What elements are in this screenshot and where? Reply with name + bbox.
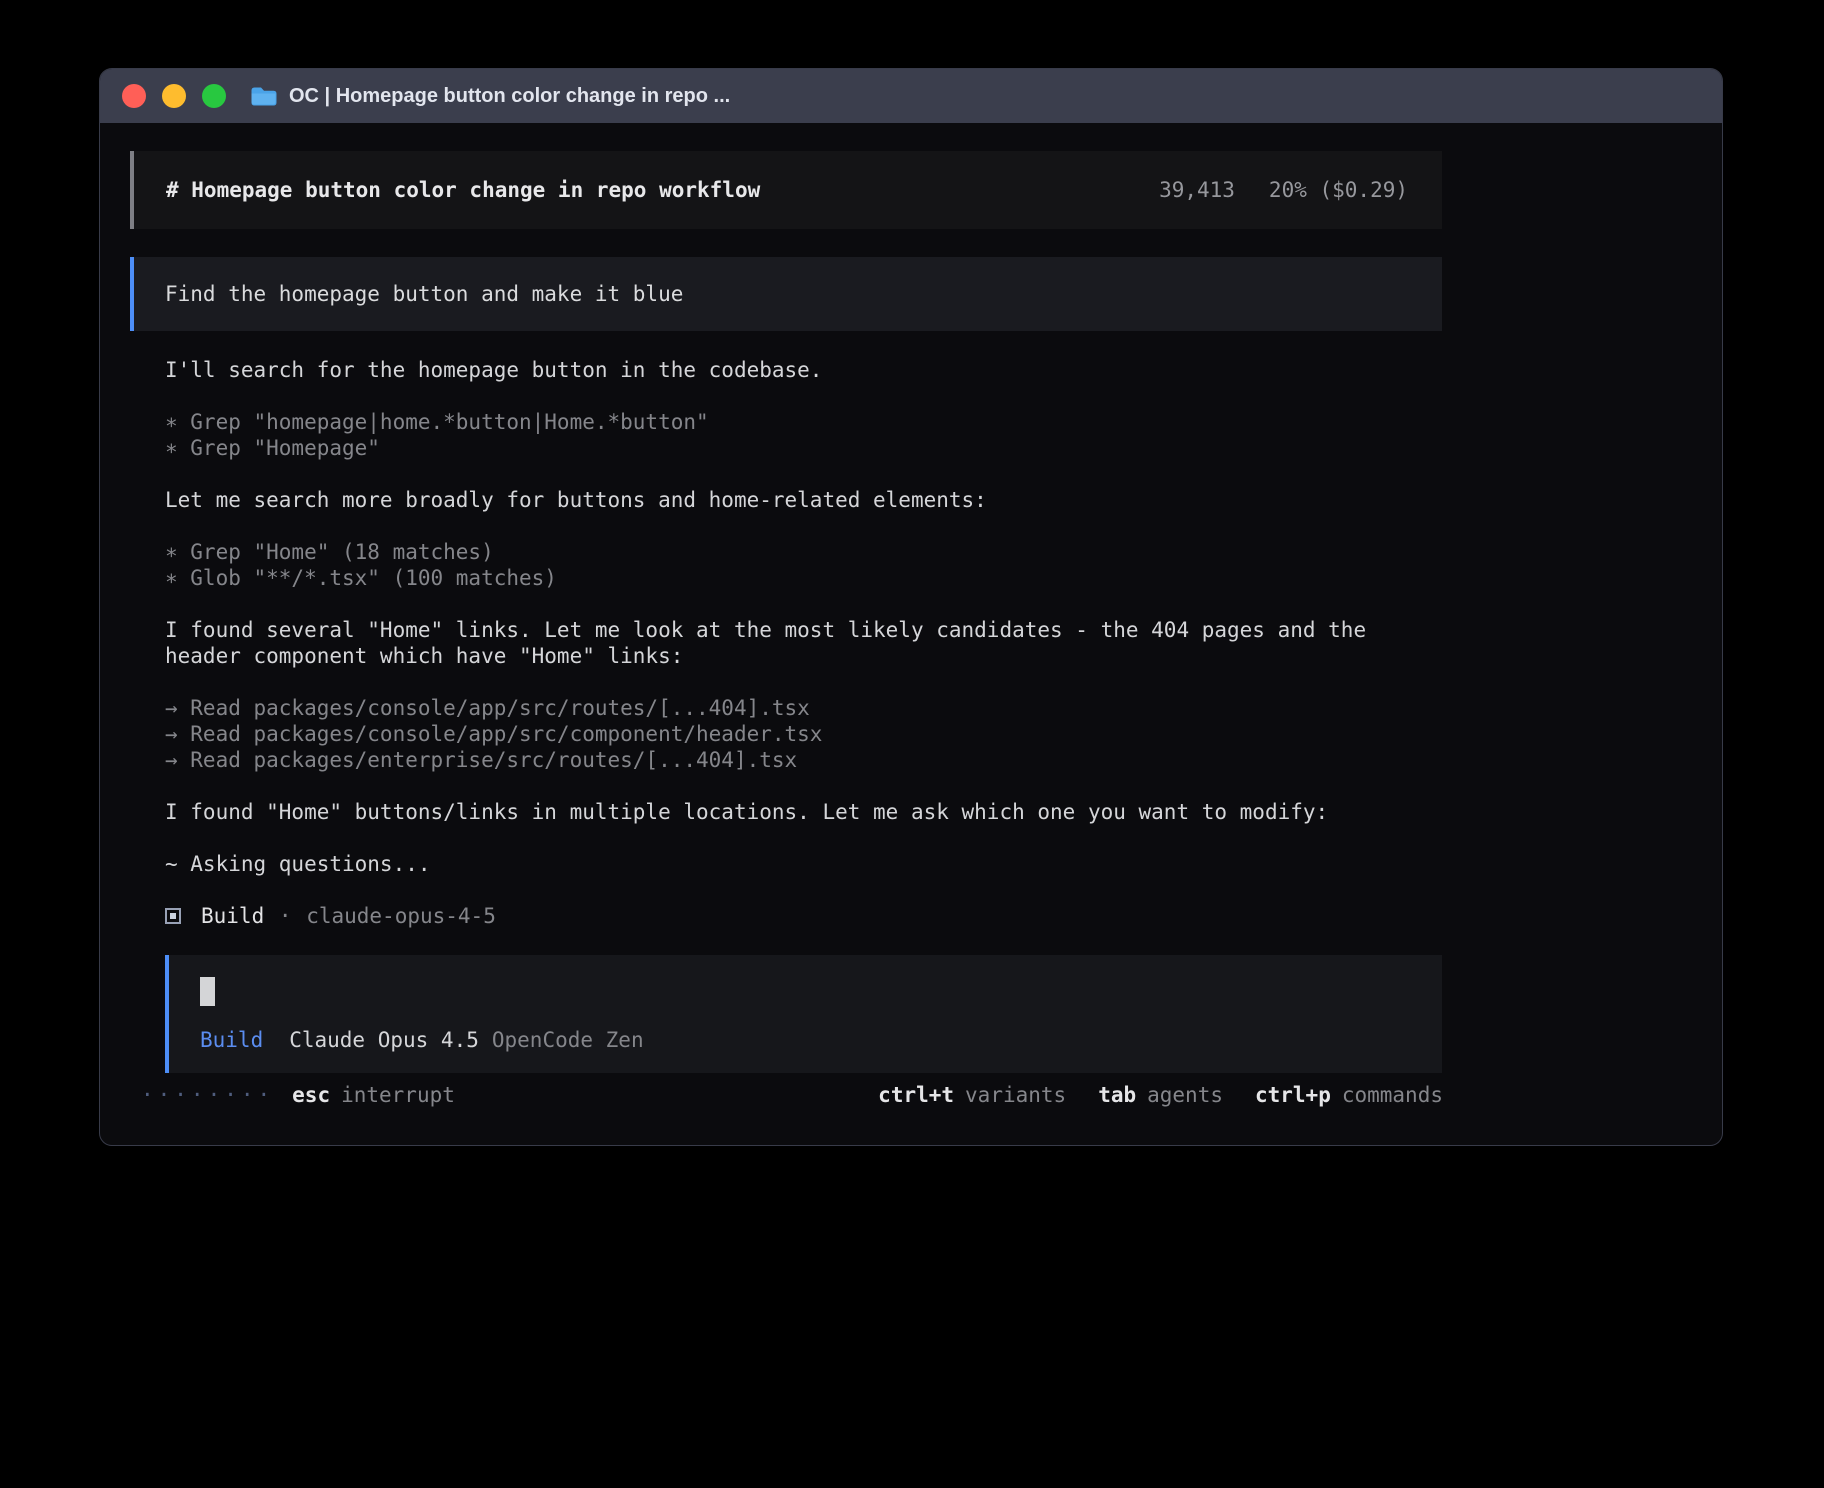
- user-message-text: Find the homepage button and make it blu…: [165, 282, 683, 306]
- mode-badge: Build: [200, 1027, 263, 1053]
- agent-status: Build · claude-opus-4-5: [165, 903, 1442, 929]
- tool-call-read: → Read packages/console/app/src/componen…: [165, 721, 1442, 747]
- agent-name: Build: [201, 904, 264, 928]
- shortcut-variants: ctrl+t variants: [878, 1083, 1066, 1107]
- context-usage: 20% ($0.29): [1269, 178, 1408, 202]
- assistant-text: I'll search for the homepage button in t…: [165, 357, 1442, 383]
- folder-icon: [250, 85, 277, 108]
- token-count: 39,413: [1159, 178, 1235, 202]
- tool-call-grep: ∗ Grep "homepage|home.*button|Home.*butt…: [165, 409, 1442, 435]
- user-message: Find the homepage button and make it blu…: [130, 257, 1442, 331]
- interrupt-key: esc: [292, 1083, 330, 1107]
- spinner-dots: ········: [141, 1083, 274, 1107]
- prompt-input[interactable]: Build Claude Opus 4.5 OpenCode Zen: [165, 955, 1442, 1073]
- shortcut-agents: tab agents: [1098, 1083, 1223, 1107]
- model-line: Build Claude Opus 4.5 OpenCode Zen: [200, 1027, 1411, 1053]
- assistant-text: Let me search more broadly for buttons a…: [165, 487, 1442, 513]
- minimize-button[interactable]: [162, 84, 186, 108]
- tool-call-read: → Read packages/enterprise/src/routes/[.…: [165, 747, 1442, 773]
- agent-separator: ·: [279, 904, 292, 928]
- traffic-lights: [122, 84, 226, 108]
- window-title: OC | Homepage button color change in rep…: [289, 85, 730, 108]
- interrupt-label: interrupt: [341, 1083, 455, 1107]
- agent-icon: [165, 908, 181, 924]
- session-header: # Homepage button color change in repo w…: [130, 151, 1442, 229]
- model-name: Claude Opus 4.5: [289, 1027, 479, 1053]
- terminal-window: OC | Homepage button color change in rep…: [99, 68, 1723, 1146]
- window-titlebar[interactable]: OC | Homepage button color change in rep…: [100, 69, 1722, 123]
- close-button[interactable]: [122, 84, 146, 108]
- tool-call-grep: ∗ Grep "Home" (18 matches): [165, 539, 1442, 565]
- tool-call-glob: ∗ Glob "**/*.tsx" (100 matches): [165, 565, 1442, 591]
- model-provider: OpenCode Zen: [492, 1027, 644, 1053]
- status-bar: ········ esc interrupt ctrl+t variants t…: [141, 1083, 1443, 1107]
- text-cursor: [200, 977, 215, 1006]
- session-content: # Homepage button color change in repo w…: [130, 123, 1442, 1073]
- tool-call-read: → Read packages/console/app/src/routes/[…: [165, 695, 1442, 721]
- assistant-text: I found several "Home" links. Let me loo…: [165, 617, 1442, 669]
- assistant-text: I found "Home" buttons/links in multiple…: [165, 799, 1442, 825]
- session-stats: 39,413 20% ($0.29): [1159, 178, 1408, 202]
- zoom-button[interactable]: [202, 84, 226, 108]
- transcript: I'll search for the homepage button in t…: [165, 357, 1442, 1073]
- tool-call-grep: ∗ Grep "Homepage": [165, 435, 1442, 461]
- shortcut-commands: ctrl+p commands: [1255, 1083, 1443, 1107]
- agent-model: claude-opus-4-5: [306, 904, 496, 928]
- asking-status: ~ Asking questions...: [165, 851, 1442, 877]
- session-title: # Homepage button color change in repo w…: [166, 178, 760, 202]
